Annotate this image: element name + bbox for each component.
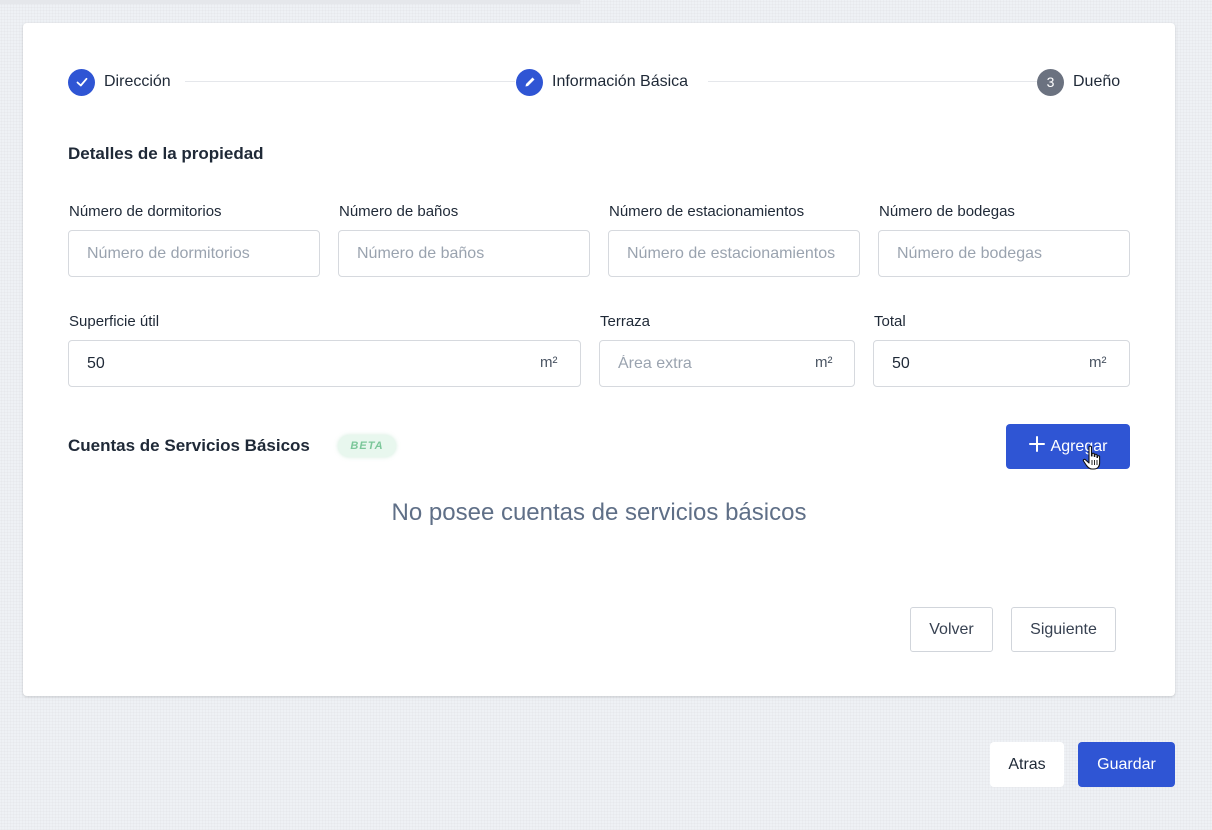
step-connector: [185, 81, 515, 82]
step-label: Dirección: [104, 73, 171, 90]
next-button[interactable]: Siguiente: [1011, 607, 1116, 652]
step-informacion-basica[interactable]: Información Básica: [516, 68, 688, 96]
total-label: Total: [874, 313, 906, 330]
pencil-icon: [516, 68, 543, 96]
plus-icon: [1028, 436, 1045, 457]
step-connector: [708, 81, 1038, 82]
usable-area-input[interactable]: [68, 340, 581, 387]
usable-area-label: Superficie útil: [69, 313, 160, 330]
property-form-card: Dirección Información Básica 3 Dueño Det…: [23, 23, 1175, 696]
empty-utilities-message: No posee cuentas de servicios básicos: [391, 499, 807, 526]
stepper: Dirección Información Básica 3 Dueño: [68, 68, 1122, 96]
terrace-label: Terraza: [600, 313, 651, 330]
storage-label: Número de bodegas: [879, 203, 1015, 220]
step-label: Dueño: [1073, 73, 1121, 90]
total-unit: m²: [1089, 354, 1107, 371]
usable-area-unit: m²: [540, 354, 558, 371]
bedrooms-input[interactable]: [68, 230, 320, 277]
details-section-title: Detalles de la propiedad: [68, 144, 264, 163]
add-utility-button[interactable]: Agregar: [1006, 424, 1130, 469]
save-button[interactable]: Guardar: [1078, 742, 1175, 787]
step-label: Información Básica: [552, 73, 689, 90]
step-dueno[interactable]: 3 Dueño: [1037, 68, 1120, 96]
bathrooms-input[interactable]: [338, 230, 590, 277]
utilities-section-title: Cuentas de Servicios Básicos: [68, 436, 310, 455]
step-direccion[interactable]: Dirección: [68, 68, 171, 96]
parking-label: Número de estacionamientos: [609, 203, 805, 220]
storage-input[interactable]: [878, 230, 1130, 277]
parking-input[interactable]: [608, 230, 860, 277]
hand-cursor-icon: [1082, 445, 1101, 470]
bathrooms-label: Número de baños: [339, 203, 459, 220]
back-button[interactable]: Volver: [910, 607, 993, 652]
terrace-unit: m²: [815, 354, 833, 371]
beta-badge: BETA: [338, 435, 396, 457]
atras-button[interactable]: Atras: [990, 742, 1064, 787]
check-icon: [68, 68, 95, 96]
top-strip: [0, 0, 580, 4]
bedrooms-label: Número de dormitorios: [69, 203, 222, 220]
step-number: 3: [1037, 68, 1064, 96]
